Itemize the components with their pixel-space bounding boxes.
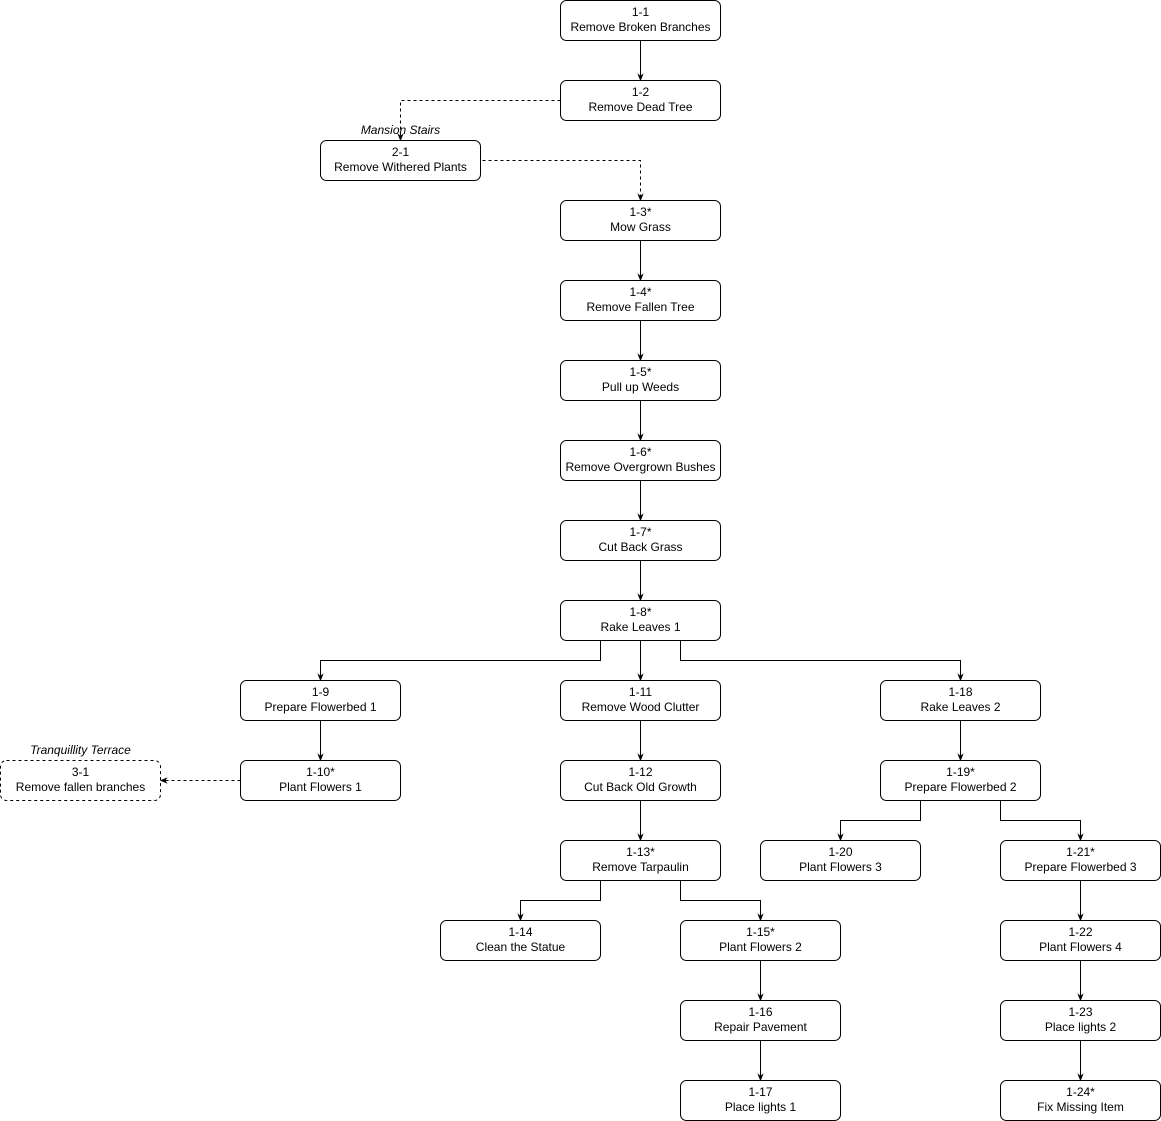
- task-node-1-13[interactable]: 1-13*Remove Tarpaulin: [560, 840, 721, 881]
- task-label: Remove Wood Clutter: [582, 700, 700, 714]
- task-node-1-15[interactable]: 1-15*Plant Flowers 2: [680, 920, 841, 961]
- task-node-1-16[interactable]: 1-16Repair Pavement: [680, 1000, 841, 1041]
- task-node-2-1[interactable]: 2-1Remove Withered Plants Mansion Stairs: [320, 123, 481, 181]
- task-code: 1-15*: [746, 925, 775, 939]
- task-node-1-24[interactable]: 1-24*Fix Missing Item: [1000, 1080, 1161, 1121]
- task-code: 1-3*: [629, 205, 651, 219]
- task-code: 3-1: [72, 765, 90, 779]
- task-node-3-1[interactable]: 3-1Remove fallen branches Tranquillity Te…: [0, 743, 161, 801]
- task-label: Cut Back Grass: [598, 540, 682, 554]
- task-label: Remove Dead Tree: [588, 100, 692, 114]
- area-label: Tranquillity Terrace: [30, 743, 131, 757]
- task-code: 1-19*: [946, 765, 975, 779]
- task-code: 1-11: [629, 685, 652, 699]
- task-label: Clean the Statue: [476, 940, 566, 954]
- task-label: Repair Pavement: [714, 1020, 807, 1034]
- task-code: 1-16: [748, 1005, 772, 1019]
- task-label: Prepare Flowerbed 2: [904, 780, 1016, 794]
- task-node-1-8[interactable]: 1-8*Rake Leaves 1: [560, 600, 721, 641]
- task-code: 1-1: [632, 5, 650, 19]
- task-node-1-12[interactable]: 1-12Cut Back Old Growth: [560, 760, 721, 801]
- task-node-1-10[interactable]: 1-10*Plant Flowers 1: [240, 760, 401, 801]
- task-label: Mow Grass: [610, 220, 671, 234]
- task-node-1-5[interactable]: 1-5*Pull up Weeds: [560, 360, 721, 401]
- task-label: Place lights 2: [1045, 1020, 1117, 1034]
- area-label: Mansion Stairs: [361, 123, 440, 137]
- task-node-1-20[interactable]: 1-20Plant Flowers 3: [760, 840, 921, 881]
- task-node-1-14[interactable]: 1-14Clean the Statue: [440, 920, 601, 961]
- nodes: 1-1Remove Broken Branches 1-2Remove Dead …: [0, 0, 1161, 1121]
- task-label: Prepare Flowerbed 3: [1024, 860, 1136, 874]
- edge-1-13-to-1-14: [517, 880, 601, 922]
- task-node-1-9[interactable]: 1-9Prepare Flowerbed 1: [240, 680, 401, 721]
- task-code: 1-9: [312, 685, 330, 699]
- task-node-1-11[interactable]: 1-11Remove Wood Clutter: [560, 680, 721, 721]
- task-code: 1-12: [628, 765, 652, 779]
- task-node-1-21[interactable]: 1-21*Prepare Flowerbed 3: [1000, 840, 1161, 881]
- task-label: Plant Flowers 1: [279, 780, 362, 794]
- task-code: 1-13*: [626, 845, 655, 859]
- task-code: 1-5*: [629, 365, 651, 379]
- task-node-1-6[interactable]: 1-6*Remove Overgrown Bushes: [560, 440, 721, 481]
- task-label: Prepare Flowerbed 1: [264, 700, 376, 714]
- task-label: Pull up Weeds: [602, 380, 679, 394]
- task-label: Remove Overgrown Bushes: [565, 460, 715, 474]
- edge-1-19-to-1-21: [1000, 800, 1084, 842]
- task-label: Remove Broken Branches: [570, 20, 710, 34]
- edge-1-8-to-1-9: [317, 640, 601, 682]
- task-label: Remove Withered Plants: [334, 160, 467, 174]
- task-node-1-1[interactable]: 1-1Remove Broken Branches: [560, 0, 721, 41]
- task-node-1-18[interactable]: 1-18Rake Leaves 2: [880, 680, 1041, 721]
- task-code: 1-17: [748, 1085, 772, 1099]
- task-node-1-3[interactable]: 1-3*Mow Grass: [560, 200, 721, 241]
- task-label: Plant Flowers 3: [799, 860, 882, 874]
- task-flow-diagram: 1-1Remove Broken Branches 1-2Remove Dead …: [0, 0, 1161, 1121]
- task-node-1-23[interactable]: 1-23Place lights 2: [1000, 1000, 1161, 1041]
- task-label: Plant Flowers 2: [719, 940, 802, 954]
- task-node-1-17[interactable]: 1-17Place lights 1: [680, 1080, 841, 1121]
- task-label: Remove fallen branches: [16, 780, 145, 794]
- task-code: 1-18: [948, 685, 972, 699]
- edge-1-19-to-1-20: [837, 800, 921, 842]
- task-code: 1-7*: [629, 525, 651, 539]
- task-code: 1-6*: [629, 445, 651, 459]
- task-code: 1-2: [632, 85, 650, 99]
- task-code: 1-10*: [306, 765, 335, 779]
- edge-1-13-to-1-15: [680, 880, 764, 922]
- edge-1-8-to-1-18: [680, 640, 964, 682]
- task-label: Cut Back Old Growth: [584, 780, 697, 794]
- task-label: Remove Tarpaulin: [592, 860, 689, 874]
- task-code: 1-4*: [629, 285, 651, 299]
- task-code: 1-23: [1068, 1005, 1092, 1019]
- task-code: 1-21*: [1066, 845, 1095, 859]
- task-label: Remove Fallen Tree: [586, 300, 694, 314]
- task-label: Place lights 1: [725, 1100, 797, 1114]
- task-code: 1-8*: [629, 605, 651, 619]
- task-code: 1-22: [1068, 925, 1092, 939]
- task-code: 1-14: [508, 925, 532, 939]
- task-code: 1-20: [828, 845, 852, 859]
- task-node-1-2[interactable]: 1-2Remove Dead Tree: [560, 80, 721, 121]
- task-label: Rake Leaves 2: [920, 700, 1000, 714]
- task-node-1-19[interactable]: 1-19*Prepare Flowerbed 2: [880, 760, 1041, 801]
- task-label: Plant Flowers 4: [1039, 940, 1122, 954]
- task-node-1-7[interactable]: 1-7*Cut Back Grass: [560, 520, 721, 561]
- task-code: 1-24*: [1066, 1085, 1095, 1099]
- task-node-1-22[interactable]: 1-22Plant Flowers 4: [1000, 920, 1161, 961]
- task-label: Rake Leaves 1: [600, 620, 680, 634]
- task-label: Fix Missing Item: [1037, 1100, 1124, 1114]
- task-node-1-4[interactable]: 1-4*Remove Fallen Tree: [560, 280, 721, 321]
- task-code: 2-1: [392, 145, 410, 159]
